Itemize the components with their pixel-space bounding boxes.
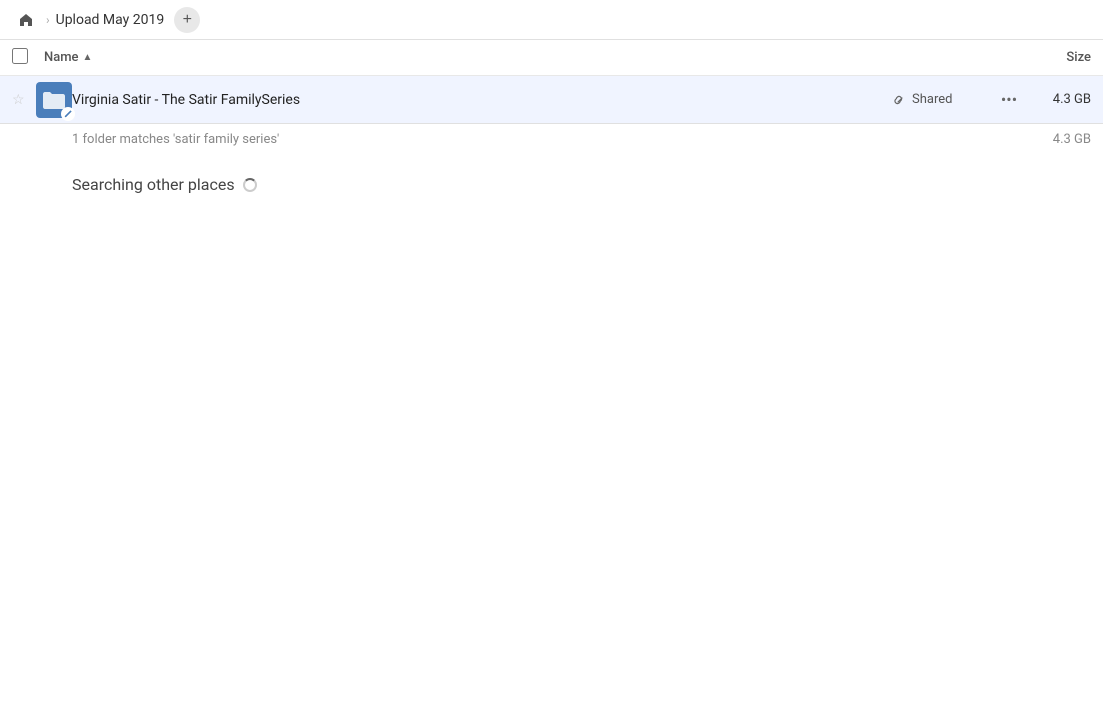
matches-text: 1 folder matches 'satir family series' (72, 132, 279, 147)
search-info-bar: 1 folder matches 'satir family series' 4… (0, 124, 1103, 155)
pencil-badge (61, 107, 75, 121)
link-icon (893, 93, 907, 107)
sort-arrow-icon: ▲ (83, 52, 93, 63)
name-column-header[interactable]: Name ▲ (44, 50, 1011, 65)
add-button[interactable]: + (174, 7, 200, 33)
breadcrumb-bar: › Upload May 2019 + (0, 0, 1103, 40)
more-dots-icon: ••• (1001, 90, 1017, 109)
file-row[interactable]: ☆ Virginia Satir - The Satir FamilySerie… (0, 76, 1103, 124)
name-column-label: Name (44, 50, 79, 65)
folder-icon-wrap (36, 82, 72, 118)
folder-name: Virginia Satir - The Satir FamilySeries (72, 92, 893, 108)
column-headers: Name ▲ Size (0, 40, 1103, 76)
breadcrumb-separator: › (46, 13, 50, 27)
folder-svg (43, 91, 65, 109)
file-size: 4.3 GB (1031, 92, 1091, 107)
home-icon (18, 12, 34, 28)
home-button[interactable] (12, 6, 40, 34)
more-options-button[interactable]: ••• (995, 86, 1023, 114)
size-column-label: Size (1066, 50, 1091, 65)
searching-title-text: Searching other places (72, 175, 235, 194)
select-all-checkbox-col (12, 48, 44, 68)
size-column-header[interactable]: Size (1011, 50, 1091, 65)
searching-title: Searching other places (72, 175, 1091, 194)
star-button[interactable]: ☆ (12, 92, 36, 108)
searching-section: Searching other places (0, 155, 1103, 214)
select-all-checkbox[interactable] (12, 48, 28, 64)
matches-size: 4.3 GB (1053, 132, 1091, 147)
breadcrumb-title: Upload May 2019 (56, 12, 165, 28)
loading-spinner (243, 178, 257, 192)
pencil-icon (64, 109, 73, 118)
shared-label: Shared (912, 92, 952, 107)
shared-badge: Shared (893, 92, 983, 107)
